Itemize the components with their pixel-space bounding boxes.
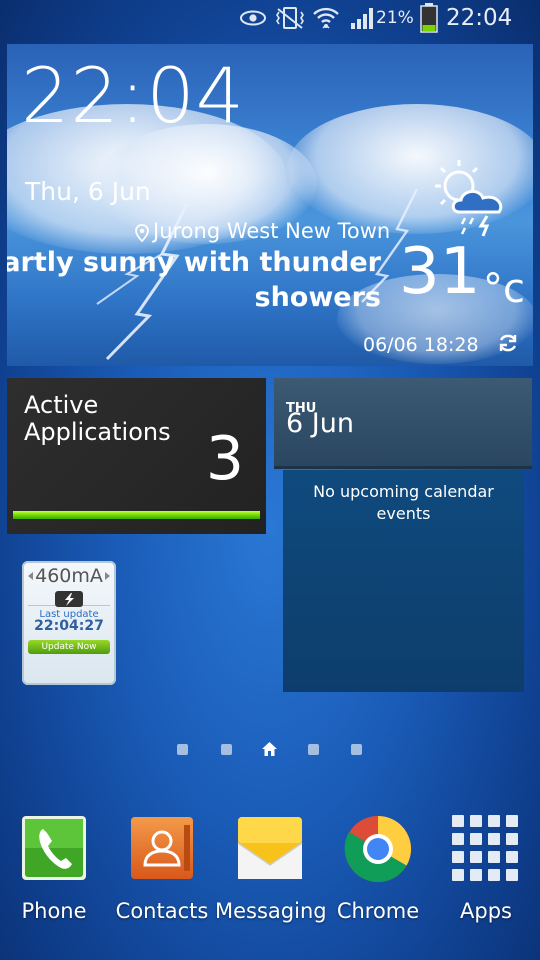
active-apps-bar-fill — [13, 511, 260, 519]
calendar-header[interactable]: THU 6 Jun — [274, 378, 532, 469]
dock-contacts-label: Contacts — [115, 899, 209, 923]
calendar-empty-message: No upcoming calendar events — [283, 481, 524, 525]
chrome-icon — [344, 816, 412, 883]
active-applications-widget[interactable]: Active Applications 3 — [7, 378, 266, 534]
weather-location: Jurong West New Town — [153, 219, 391, 243]
weather-date: Thu, 6 Jun — [25, 177, 151, 206]
page-dot[interactable] — [177, 744, 188, 755]
vibrate-mute-icon — [276, 7, 304, 29]
page-dot[interactable] — [221, 744, 232, 755]
dock-apps-label: Apps — [460, 899, 512, 923]
dock-chrome-label: Chrome — [336, 899, 420, 923]
wifi-icon — [313, 7, 339, 29]
contacts-icon — [131, 817, 193, 879]
messaging-icon — [237, 817, 303, 879]
weather-clock: 22:04 — [21, 51, 246, 140]
battery-icon — [420, 3, 438, 33]
active-apps-bar — [13, 511, 260, 519]
active-apps-label-line2: Applications — [24, 418, 171, 446]
active-apps-label: Active Applications — [24, 392, 171, 446]
apps-grid-icon — [452, 815, 518, 881]
signal-icon — [351, 8, 373, 29]
status-clock: 22:04 — [446, 5, 513, 31]
weather-widget[interactable]: 22:04 Thu, 6 Jun Jurong West New Town Pa… — [7, 44, 533, 366]
home-page-icon[interactable] — [261, 741, 278, 757]
refresh-icon[interactable] — [497, 332, 519, 354]
calendar-date: 6 Jun — [286, 408, 354, 439]
page-dot[interactable] — [351, 744, 362, 755]
page-dot[interactable] — [308, 744, 319, 755]
battery-monitor-widget[interactable]: 460mA Last update 22:04:27 Update Now — [22, 561, 116, 685]
active-apps-count: 3 — [205, 424, 244, 494]
calendar-empty-line2: events — [376, 504, 431, 523]
weather-condition-line1: Partly sunny with thunder — [7, 247, 381, 278]
weather-temperature: 31 — [399, 235, 481, 309]
weather-condition-line2: showers — [254, 282, 381, 313]
calendar-empty-line1: No upcoming calendar — [313, 482, 494, 501]
charging-bolt-icon — [55, 591, 83, 607]
battery-last-update-time: 22:04:27 — [34, 618, 104, 634]
dock-phone-label: Phone — [21, 899, 87, 923]
phone-icon — [22, 816, 86, 880]
status-bar[interactable]: 21% 22:04 — [0, 0, 540, 36]
battery-percent: 21% — [376, 8, 414, 28]
calendar-events-panel[interactable]: No upcoming calendar events — [283, 470, 524, 692]
eye-icon — [240, 10, 266, 26]
weather-condition: Partly sunny with thunder showers — [7, 245, 381, 315]
dock-messaging-label: Messaging — [215, 899, 327, 923]
battery-current: 460mA — [35, 565, 103, 587]
weather-unit: °c — [483, 266, 525, 312]
page-indicator[interactable] — [0, 740, 540, 760]
partly-sunny-thunder-icon — [435, 160, 503, 237]
weather-updated-time: 06/06 18:28 — [363, 334, 479, 356]
active-apps-label-line1: Active — [24, 391, 99, 419]
location-pin-icon — [135, 224, 149, 242]
update-now-button[interactable]: Update Now — [28, 640, 110, 654]
right-arrow-icon — [105, 572, 110, 580]
